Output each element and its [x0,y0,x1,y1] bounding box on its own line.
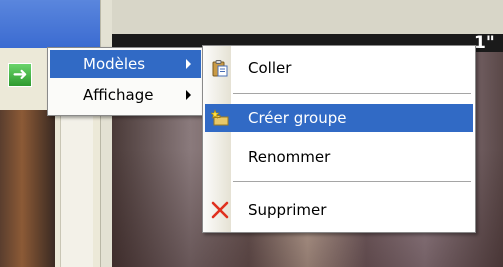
go-arrow-button[interactable]: ➜ [8,63,32,87]
thumbnail-image [0,110,55,267]
menu-item-modeles[interactable]: Modèles [50,50,201,78]
menu-item-renommer[interactable]: Renommer [205,143,473,171]
menu-separator [233,181,471,182]
submenu-arrow-icon [186,59,191,69]
delete-x-icon [211,201,229,219]
menu-item-coller[interactable]: Coller [205,54,473,82]
new-folder-icon [211,109,229,126]
menu-item-supprimer[interactable]: Supprimer [205,196,473,224]
submenu: Coller Créer groupe Renommer Supprimer [202,45,476,233]
menu-item-affichage[interactable]: Affichage [50,81,201,109]
menu-item-label: Renommer [248,148,331,166]
arrow-right-icon: ➜ [12,64,28,85]
menu-item-label: Modèles [83,55,146,73]
menu-item-creer-groupe[interactable]: Créer groupe [205,104,473,132]
panel-title-bar [0,0,100,48]
clipboard-paste-icon [212,60,228,77]
overlay-number: 1" [474,33,495,53]
menu-item-label: Affichage [83,86,154,104]
context-menu: Modèles Affichage [47,47,204,116]
menu-separator [233,93,471,94]
submenu-arrow-icon [186,90,191,100]
